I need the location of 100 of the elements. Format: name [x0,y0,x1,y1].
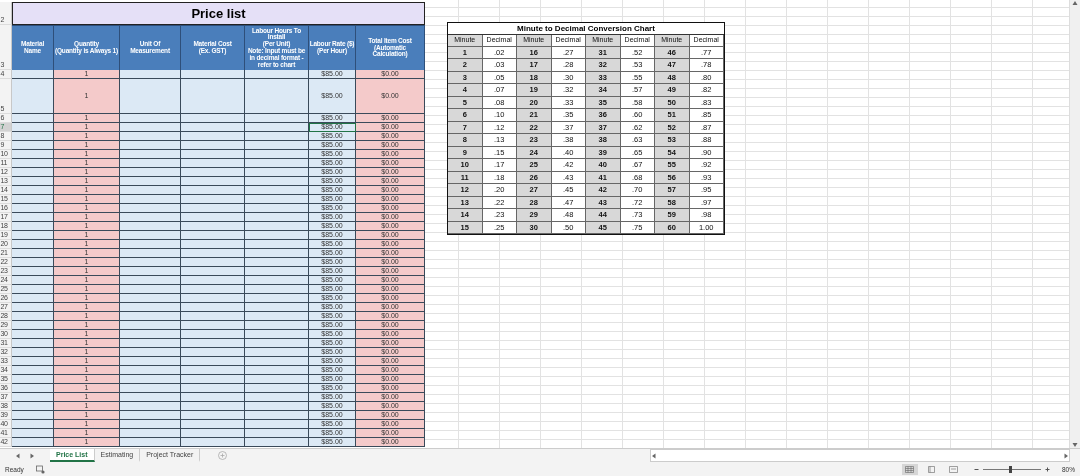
table-cell [181,231,245,240]
scroll-right-icon[interactable] [1063,452,1069,459]
table-cell [245,168,309,177]
table-cell [12,357,54,366]
table-cell [12,420,54,429]
table-cell [181,79,245,114]
table-cell [245,231,309,240]
table-cell [245,240,309,249]
table-cell [245,312,309,321]
table-cell [120,204,181,213]
table-cell [245,402,309,411]
table-cell [245,366,309,375]
table-cell [245,213,309,222]
table-cell [120,186,181,195]
table-cell [181,339,245,348]
table-cell [12,195,54,204]
table-cell [12,429,54,438]
table-cell [120,159,181,168]
table-cell [120,79,181,114]
table-cell [12,150,54,159]
table-cell [12,177,54,186]
next-sheet-icon[interactable] [29,452,35,459]
table-cell [12,330,54,339]
table-cell [245,339,309,348]
table-cell [120,429,181,438]
table-cell [245,438,309,447]
table-cell [120,339,181,348]
table-cell [181,177,245,186]
table-cell [245,159,309,168]
previous-sheet-icon[interactable] [15,452,21,459]
table-cell [245,321,309,330]
table-cell [181,330,245,339]
table-cell [12,159,54,168]
table-cell [181,213,245,222]
table-cell [181,195,245,204]
table-cell [245,285,309,294]
table-cell [245,123,309,132]
table-cell [245,222,309,231]
table-cell [120,231,181,240]
table-cell [181,168,245,177]
table-cell [120,222,181,231]
table-cell [181,249,245,258]
table-cell [12,249,54,258]
table-cell [12,276,54,285]
table-cell [245,420,309,429]
table-cell [181,150,245,159]
table-cell [12,384,54,393]
zoom-in-icon[interactable] [1045,466,1050,472]
table-cell [181,186,245,195]
table-cell [245,79,309,114]
table-cell [181,141,245,150]
scroll-down-icon[interactable] [1072,442,1078,449]
table-cell [12,231,54,240]
table-cell [245,249,309,258]
table-cell [12,366,54,375]
table-cell [12,132,54,141]
table-cell [245,70,309,79]
table-cell [181,285,245,294]
table-cell [120,330,181,339]
table-cell [120,123,181,132]
macro-record-icon[interactable] [35,464,45,474]
zoom-out-icon[interactable] [974,466,979,472]
table-cell [181,348,245,357]
table-cell [181,411,245,420]
table-cell [245,393,309,402]
scroll-up-icon[interactable] [1072,0,1078,6]
table-cell [245,132,309,141]
table-cell [120,141,181,150]
table-cell [245,195,309,204]
table-cell [181,204,245,213]
table-cell [245,177,309,186]
table-cell [245,276,309,285]
table-cell [120,303,181,312]
table-cell [12,222,54,231]
table-cell [120,321,181,330]
table-cell [181,132,245,141]
table-cell [245,114,309,123]
table-cell [181,429,245,438]
scroll-left-icon[interactable] [651,452,657,459]
vertical-scrollbar[interactable] [1069,0,1080,449]
table-cell [181,402,245,411]
table-cell [181,357,245,366]
table-cell [120,240,181,249]
table-cell [245,150,309,159]
table-cell [12,402,54,411]
table-cell [120,150,181,159]
table-cell [120,420,181,429]
table-cell [12,70,54,79]
table-cell [12,393,54,402]
table-cell [12,267,54,276]
table-cell [120,357,181,366]
table-cell [181,70,245,79]
table-cell [245,384,309,393]
zoom-thumb[interactable] [1009,465,1013,473]
table-cell [245,141,309,150]
horizontal-scrollbar[interactable] [650,449,1070,463]
table-cell [12,339,54,348]
table-cell [245,411,309,420]
table-cell [245,330,309,339]
table-cell [181,384,245,393]
